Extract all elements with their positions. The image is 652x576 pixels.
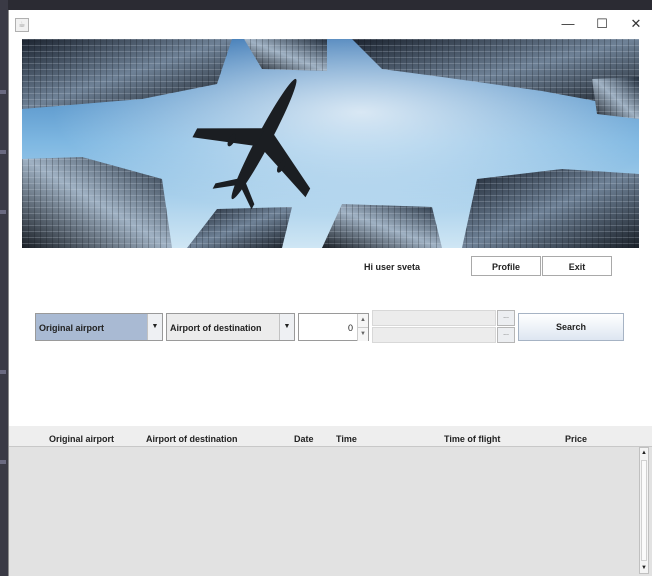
close-button[interactable]: ✕	[623, 14, 649, 34]
table-scrollbar[interactable]: ▲ ▼	[639, 447, 649, 574]
profile-button[interactable]: Profile	[471, 256, 541, 276]
scroll-up-icon[interactable]: ▲	[640, 448, 648, 458]
column-header-original-airport[interactable]: Original airport	[49, 434, 114, 444]
exit-button[interactable]: Exit	[542, 256, 612, 276]
origin-airport-value: Original airport	[39, 323, 105, 333]
banner-image-airplane-skyscrapers	[22, 39, 639, 248]
maximize-button[interactable]: ☐	[589, 14, 615, 34]
scroll-down-icon[interactable]: ▼	[640, 563, 648, 573]
column-header-price[interactable]: Price	[565, 434, 587, 444]
date-range-picker[interactable]: ... ...	[372, 310, 516, 344]
title-bar[interactable]: ☕ — ☐ ✕	[9, 10, 652, 38]
spinner-up-icon[interactable]: ▲	[357, 314, 368, 327]
destination-airport-value: Airport of destination	[170, 323, 262, 333]
java-app-icon: ☕	[15, 18, 29, 32]
column-header-airport-of-destination[interactable]: Airport of destination	[146, 434, 238, 444]
column-header-time-of-flight[interactable]: Time of flight	[444, 434, 500, 444]
flights-table: Original airport Airport of destination …	[9, 426, 652, 576]
spinner-down-icon[interactable]: ▼	[357, 327, 368, 341]
passenger-count-value: 0	[347, 323, 353, 333]
destination-airport-dropdown[interactable]: Airport of destination ▼	[166, 313, 295, 341]
column-header-date[interactable]: Date	[294, 434, 314, 444]
date-picker-button-from[interactable]: ...	[497, 310, 515, 326]
table-header: Original airport Airport of destination …	[9, 426, 652, 446]
user-greeting: Hi user sveta	[364, 262, 421, 272]
desktop-edge	[0, 0, 8, 576]
chevron-down-icon[interactable]: ▼	[147, 314, 162, 340]
app-window: ☕ — ☐ ✕ Hi user sveta Profile Exit Origi…	[8, 10, 652, 576]
date-input-from[interactable]	[372, 310, 496, 326]
search-button[interactable]: Search	[518, 313, 624, 341]
passenger-count-spinner[interactable]: 0 ▲ ▼	[298, 313, 369, 341]
column-header-time[interactable]: Time	[336, 434, 357, 444]
table-body[interactable]	[9, 446, 652, 576]
minimize-button[interactable]: —	[555, 14, 581, 34]
date-picker-button-to[interactable]: ...	[497, 327, 515, 343]
chevron-down-icon[interactable]: ▼	[279, 314, 294, 340]
date-input-to[interactable]	[372, 327, 496, 343]
scroll-track[interactable]	[641, 460, 647, 561]
origin-airport-dropdown[interactable]: Original airport ▼	[35, 313, 163, 341]
